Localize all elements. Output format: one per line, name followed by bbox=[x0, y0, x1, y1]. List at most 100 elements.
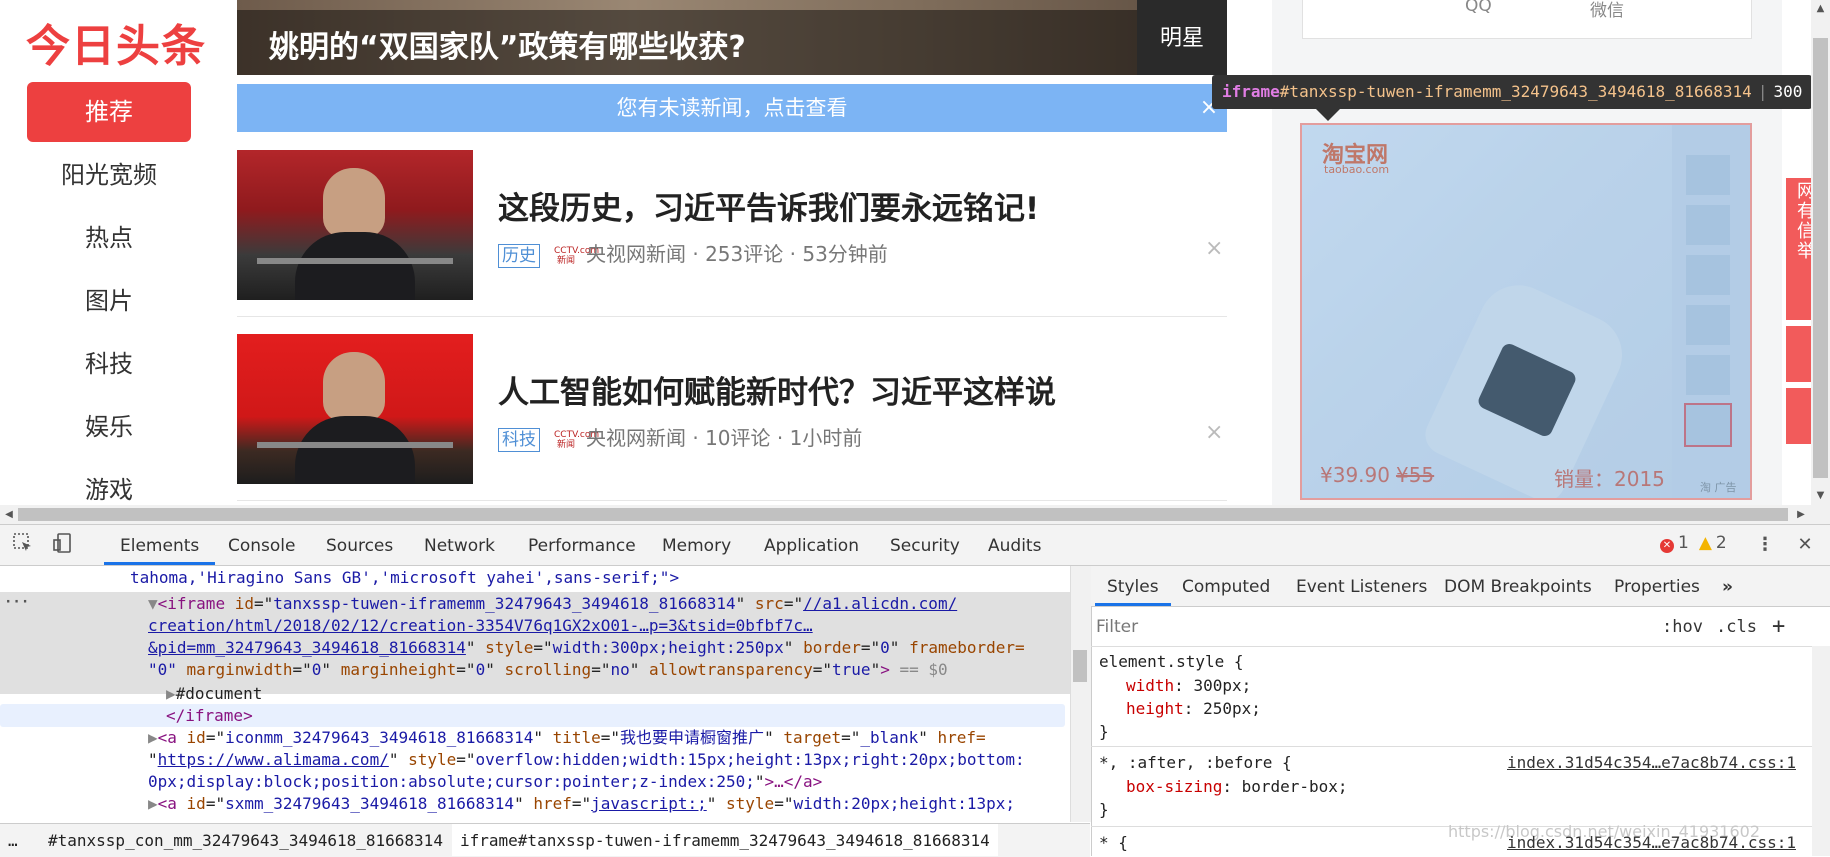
news-source[interactable]: 央视网新闻 bbox=[586, 242, 686, 266]
nav-item-images[interactable]: 图片 bbox=[27, 271, 191, 331]
code-line-iframe[interactable]: ▼<iframe id="tanxssp-tuwen-iframemm_3247… bbox=[148, 593, 957, 615]
href-link[interactable]: javascript:; bbox=[591, 794, 707, 813]
style-declaration[interactable]: height: 250px; bbox=[1126, 697, 1261, 720]
style-rule-selector[interactable]: element.style { bbox=[1099, 650, 1244, 673]
news-category-tag[interactable]: 科技 bbox=[498, 427, 540, 452]
css-value[interactable]: border-box; bbox=[1242, 777, 1348, 796]
expand-triangle-icon[interactable]: ▼ bbox=[148, 594, 158, 613]
tab-event-listeners[interactable]: Event Listeners bbox=[1296, 566, 1427, 606]
news-comments[interactable]: 253评论 bbox=[705, 242, 783, 266]
tab-performance[interactable]: Performance bbox=[528, 525, 636, 565]
style-rule-selector[interactable]: *, :after, :before { bbox=[1099, 751, 1292, 774]
code-line-document[interactable]: ▶#document bbox=[166, 683, 262, 705]
elements-tree: ··· tahoma,'Hiragino Sans GB','microsoft… bbox=[0, 566, 1070, 822]
collapse-triangle-icon[interactable]: ▶ bbox=[148, 728, 158, 747]
nav-item-games[interactable]: 游戏 bbox=[27, 460, 191, 505]
breadcrumb-overflow[interactable]: … bbox=[8, 824, 18, 856]
news-title[interactable]: 人工智能如何赋能新时代？习近平这样说 bbox=[498, 367, 1056, 412]
close-devtools-icon[interactable]: ✕ bbox=[1792, 532, 1818, 558]
elements-scrollbar[interactable] bbox=[1070, 566, 1091, 822]
nav-item-video[interactable]: 阳光宽频 bbox=[27, 145, 191, 205]
code-line[interactable]: "0" marginwidth="0" marginheight="0" scr… bbox=[148, 659, 948, 681]
stylesheet-source-link[interactable]: index.31d54c354…e7ac8b74.css:1 bbox=[1507, 831, 1796, 854]
tab-styles[interactable]: Styles bbox=[1095, 566, 1171, 606]
code-line[interactable]: creation/html/2018/02/12/creation-3354V7… bbox=[148, 615, 813, 637]
styles-scrollbar[interactable] bbox=[1812, 646, 1830, 856]
news-thumbnail[interactable] bbox=[237, 150, 473, 300]
css-value[interactable]: 300px; bbox=[1193, 676, 1251, 695]
style-declaration[interactable]: box-sizing: border-box; bbox=[1126, 775, 1348, 798]
banner-category-tag[interactable]: 明星 bbox=[1137, 0, 1227, 75]
tab-computed[interactable]: Computed bbox=[1182, 566, 1270, 606]
dislike-close-icon[interactable]: × bbox=[1205, 236, 1223, 261]
source-link-text[interactable]: index.31d54c354…e7ac8b74.css:1 bbox=[1507, 833, 1796, 852]
share-qq-link[interactable]: QQ bbox=[1465, 0, 1492, 16]
hover-state-toggle[interactable]: :hov bbox=[1662, 612, 1703, 642]
source-link-text[interactable]: index.31d54c354…e7ac8b74.css:1 bbox=[1507, 753, 1796, 772]
nav-item-tech[interactable]: 科技 bbox=[27, 334, 191, 394]
code-line[interactable]: "https://www.alimama.com/" style="overfl… bbox=[148, 749, 1025, 771]
code-line[interactable]: tahoma,'Hiragino Sans GB','microsoft yah… bbox=[130, 567, 679, 589]
src-link[interactable]: //a1.alicdn.com/ bbox=[803, 594, 957, 613]
class-toggle[interactable]: .cls bbox=[1716, 612, 1757, 642]
nav-item-hot[interactable]: 热点 bbox=[27, 208, 191, 268]
tab-sources[interactable]: Sources bbox=[326, 525, 393, 565]
node-actions-icon[interactable]: ··· bbox=[4, 594, 29, 610]
tab-application[interactable]: Application bbox=[764, 525, 859, 565]
elements-scroll-thumb[interactable] bbox=[1073, 650, 1087, 682]
news-title[interactable]: 这段历史，习近平告诉我们要永远铭记! bbox=[498, 183, 1039, 228]
new-rule-button[interactable]: + bbox=[1772, 612, 1785, 642]
more-menu-icon[interactable]: ⋮ bbox=[1752, 532, 1778, 558]
nav-item-recommend[interactable]: 推荐 bbox=[27, 82, 191, 142]
src-link[interactable]: &pid=mm_32479643_3494618_81668314 bbox=[148, 638, 466, 657]
unread-news-bar[interactable]: 您有未读新闻，点击查看 bbox=[237, 84, 1227, 132]
style-rule-selector[interactable]: * { bbox=[1099, 831, 1128, 854]
collapse-triangle-icon[interactable]: ▶ bbox=[166, 684, 176, 703]
code-line[interactable]: &pid=mm_32479643_3494618_81668314" style… bbox=[148, 637, 1025, 659]
src-link[interactable]: creation/html/2018/02/12/creation-3354V7… bbox=[148, 616, 813, 635]
code-line[interactable]: 0px;display:block;position:absolute;curs… bbox=[148, 771, 822, 793]
rule-divider bbox=[1091, 746, 1830, 747]
device-toolbar-icon[interactable] bbox=[50, 532, 76, 558]
code-line-anchor[interactable]: ▶<a id="iconmm_32479643_3494618_81668314… bbox=[148, 727, 986, 749]
scroll-down-icon[interactable]: ▼ bbox=[1811, 487, 1830, 505]
tab-console[interactable]: Console bbox=[228, 525, 296, 565]
page-horizontal-scroll-thumb[interactable] bbox=[18, 508, 1788, 521]
scroll-right-icon[interactable]: ▶ bbox=[1792, 505, 1810, 524]
breadcrumb-item-active[interactable]: iframe#tanxssp-tuwen-iframemm_32479643_3… bbox=[452, 824, 998, 856]
tab-properties[interactable]: Properties bbox=[1614, 566, 1700, 606]
news-thumbnail[interactable] bbox=[237, 334, 473, 484]
breadcrumb-item[interactable]: #tanxssp_con_mm_32479643_3494618_8166831… bbox=[40, 824, 451, 856]
collapse-triangle-icon[interactable]: ▶ bbox=[148, 794, 158, 813]
inspect-element-icon[interactable] bbox=[10, 532, 36, 558]
tab-audits[interactable]: Audits bbox=[988, 525, 1041, 565]
nav-item-entertainment[interactable]: 娱乐 bbox=[27, 397, 191, 457]
more-tabs-icon[interactable]: » bbox=[1722, 566, 1733, 606]
error-warning-counter[interactable]: ✕ 1 ▲ 2 bbox=[1660, 533, 1727, 553]
banner-title[interactable]: 姚明的“双国家队”政策有哪些收获? bbox=[269, 22, 746, 66]
scroll-left-icon[interactable]: ◀ bbox=[0, 505, 18, 524]
scroll-up-icon[interactable]: ▲ bbox=[1811, 0, 1830, 18]
toutiao-logo[interactable]: 今日头条 bbox=[26, 10, 206, 74]
news-category-tag[interactable]: 历史 bbox=[498, 243, 540, 268]
dislike-close-icon[interactable]: × bbox=[1205, 420, 1223, 445]
page-vertical-scroll-thumb[interactable] bbox=[1813, 38, 1828, 478]
headline-banner[interactable]: 姚明的“双国家队”政策有哪些收获? 明星 bbox=[237, 0, 1227, 75]
news-source[interactable]: 央视网新闻 bbox=[586, 426, 686, 450]
tab-network[interactable]: Network bbox=[424, 525, 495, 565]
code-line-iframe-close[interactable]: </iframe> bbox=[166, 705, 253, 727]
style-declaration[interactable]: width: 300px; bbox=[1126, 674, 1251, 697]
news-comments[interactable]: 10评论 bbox=[705, 426, 770, 450]
tab-memory[interactable]: Memory bbox=[662, 525, 731, 565]
code-line-anchor[interactable]: ▶<a id="sxmm_32479643_3494618_81668314" … bbox=[148, 793, 1015, 815]
styles-filter-input[interactable]: Filter bbox=[1096, 612, 1646, 642]
css-value[interactable]: 250px; bbox=[1203, 699, 1261, 718]
share-wechat-link[interactable]: 微信 bbox=[1590, 0, 1624, 21]
href-link[interactable]: https://www.alimama.com/ bbox=[158, 750, 389, 769]
tab-dom-breakpoints[interactable]: DOM Breakpoints bbox=[1444, 566, 1592, 606]
tab-security[interactable]: Security bbox=[890, 525, 960, 565]
speaker-figure bbox=[323, 168, 385, 238]
css-property: box-sizing bbox=[1126, 777, 1223, 796]
tab-elements[interactable]: Elements bbox=[104, 525, 216, 565]
stylesheet-source-link[interactable]: index.31d54c354…e7ac8b74.css:1 bbox=[1507, 751, 1796, 774]
